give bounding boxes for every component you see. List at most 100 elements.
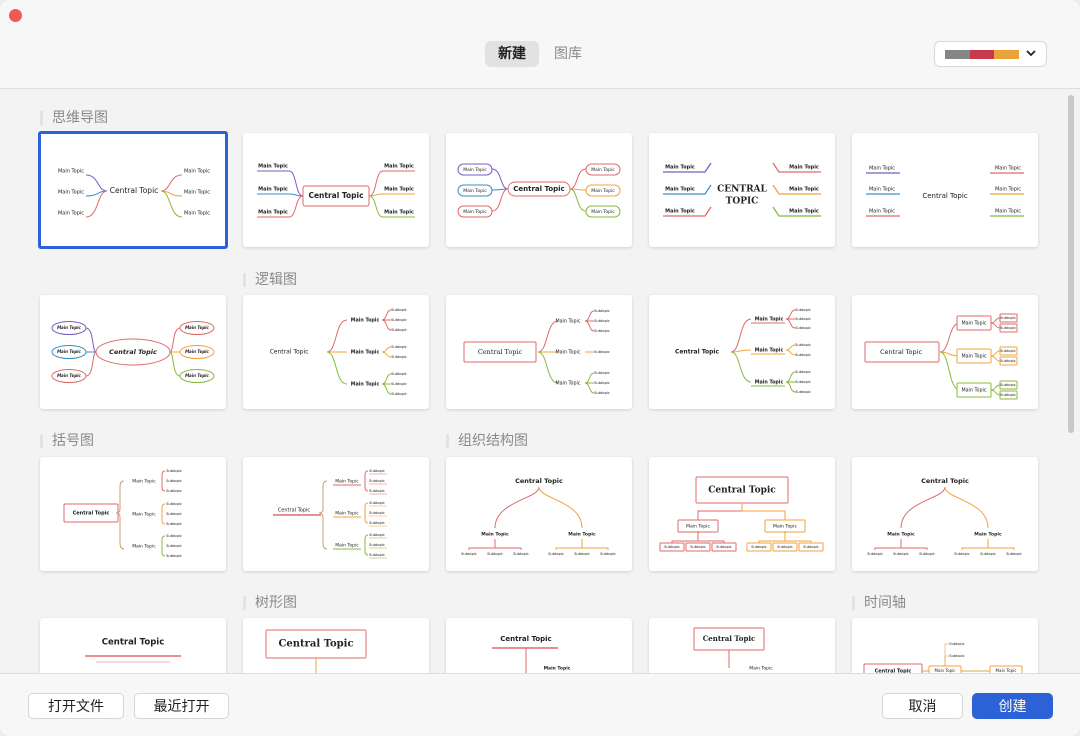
tab-new[interactable]: 新建 <box>485 41 539 67</box>
main-topic: Main Topic <box>995 166 1021 172</box>
main-topic: Main Topic <box>749 666 773 672</box>
branch-line <box>468 547 522 550</box>
subtopic: Subtopic <box>919 552 935 556</box>
theme-color-picker[interactable] <box>934 41 1047 67</box>
template-tree-3[interactable]: Central Topic Main Topic <box>446 618 632 673</box>
subtopic: Subtopic <box>391 392 407 396</box>
main-topic: Main Topic <box>544 666 571 672</box>
main-topic: Main Topic <box>58 211 84 217</box>
vertical-scrollbar[interactable] <box>1068 95 1074 433</box>
subtopic: Subtopic <box>513 552 529 556</box>
main-topic: Main Topic <box>351 350 380 356</box>
template-org-3[interactable]: Central Topic Main Topic Subtopic Subtopic S… <box>852 457 1038 571</box>
branch-line <box>990 384 1001 391</box>
open-file-button[interactable]: 打开文件 <box>28 693 124 719</box>
template-timeline-1[interactable]: Central Topic Main Topic Main Topic Subtopi… <box>852 618 1038 673</box>
template-tree-2[interactable]: Central Topic <box>243 618 429 673</box>
subtopic: Subtopic <box>166 554 182 558</box>
tab-gallery[interactable]: 图库 <box>541 41 595 67</box>
subtopic: Subtopic <box>166 489 182 493</box>
subtopic: Subtopic <box>166 534 182 538</box>
branch-line <box>697 503 743 520</box>
template-bracket-2-preview: Central Topic Main Topic Subtopic Subtopic S… <box>273 469 387 559</box>
central-topic: Central Topic <box>102 638 164 648</box>
branch-line <box>990 322 1001 329</box>
template-logic-4-preview: Central Topic Main Topic Subtopic Subtopic M… <box>864 313 1018 400</box>
central-topic: Central Topic <box>278 639 353 650</box>
main-topic: Main Topic <box>755 348 784 354</box>
template-tree-4[interactable]: Central Topic Main Topic <box>649 618 835 673</box>
template-bracket-1[interactable]: Central Topic Main Topic Subtopic Subtopic S… <box>40 457 226 571</box>
template-mindmap-1[interactable]: Central Topic Main Topic Main Topic Main To… <box>38 131 228 249</box>
template-mindmap-4[interactable]: CENTRAL TOPIC Main Topic Main Topic Main Top… <box>649 133 835 247</box>
template-bracket-2[interactable]: Central Topic Main Topic Subtopic Subtopic S… <box>243 457 429 571</box>
subtopic: Subtopic <box>369 553 385 557</box>
central-topic: Central Topic <box>278 508 311 514</box>
template-mindmap-2[interactable]: Central Topic Main Topic Main Topic Main To… <box>243 133 429 247</box>
recent-files-button[interactable]: 最近打开 <box>134 693 229 719</box>
branch-line <box>368 193 415 197</box>
branch-line <box>161 470 166 492</box>
subtopic: Subtopic <box>391 318 407 322</box>
template-logic-1[interactable]: Central Topic Main Topic Subtopic Subtopic S… <box>243 295 429 409</box>
template-logic-4[interactable]: Central Topic Main Topic Subtopic Subtopic M… <box>852 295 1038 409</box>
subtopic: Subtopic <box>1000 359 1016 363</box>
subtopic: Subtopic <box>867 552 883 556</box>
main-topic: Main Topic <box>961 321 986 327</box>
central-topic: Central Topic <box>308 191 363 200</box>
branch-line <box>741 503 786 520</box>
template-org-2[interactable]: Central Topic Main Topic Subtopic Subtopic S… <box>649 457 835 571</box>
subtopic: Subtopic <box>1006 552 1022 556</box>
branch-line <box>85 190 108 218</box>
branch-line <box>555 547 609 550</box>
subtopic: Subtopic <box>1000 393 1016 397</box>
subtopic: Subtopic <box>949 642 964 646</box>
template-logic-2-preview: Central Topic Main Topic Subtopic Subtopic S… <box>463 309 610 395</box>
branch-line <box>944 486 989 529</box>
template-logic-2[interactable]: Central Topic Main Topic Subtopic Subtopic S… <box>446 295 632 409</box>
template-mindmap-3[interactable]: Central Topic Main Topic Main Topic Main To… <box>446 133 632 247</box>
cancel-button[interactable]: 取消 <box>882 693 963 719</box>
main-topic: Main Topic <box>481 532 509 538</box>
branch-line <box>537 351 559 384</box>
main-topic: Main Topic <box>384 164 414 170</box>
template-logic-3[interactable]: Central Topic Main Topic Subtopic Subtopic S… <box>649 295 835 409</box>
subtopic: Subtopic <box>166 479 182 483</box>
central-topic: Central Topic <box>922 192 967 200</box>
branch-line <box>494 486 540 529</box>
create-button[interactable]: 创建 <box>972 693 1053 719</box>
branch-line <box>569 168 587 190</box>
main-topic: Main Topic <box>961 354 986 360</box>
close-window-button[interactable] <box>9 9 22 22</box>
chevron-down-icon <box>1026 50 1036 57</box>
template-tree-2-preview: Central Topic <box>265 629 367 673</box>
subtopic: Subtopic <box>594 371 610 375</box>
main-topic: Main Topic <box>258 210 288 216</box>
branch-line <box>326 319 348 353</box>
subtopic: Subtopic <box>954 552 970 556</box>
template-mindmap-5[interactable]: Central Topic Main Topic Main Topic Main To… <box>852 133 1038 247</box>
section-bracket-chart: 括号图 <box>40 432 94 450</box>
subtopic: Subtopic <box>391 382 407 386</box>
subtopic: Subtopic <box>664 545 680 549</box>
main-topic: Main Topic <box>665 187 695 193</box>
template-tree-1[interactable]: Central Topic <box>40 618 226 673</box>
main-topic: Main Topic <box>184 190 210 196</box>
branch-line <box>538 486 583 529</box>
main-topic: Main Topic <box>555 319 580 325</box>
main-topic: Main Topic <box>665 165 695 171</box>
branch-line <box>990 317 1001 324</box>
main-topic: Main Topic <box>995 187 1021 193</box>
subtopic: Subtopic <box>795 380 811 384</box>
branch-line <box>785 318 796 329</box>
branch-line <box>785 344 796 351</box>
main-topic: Main Topic <box>185 349 209 354</box>
template-org-1[interactable]: Central Topic Main Topic Subtopic Subtopic S… <box>446 457 632 571</box>
main-topic: Main Topic <box>335 543 359 549</box>
template-mindmap-6[interactable]: Central Topic Main Topic Main Topic Main To… <box>40 295 226 409</box>
main-topic: Main Topic <box>974 532 1002 538</box>
subtopic: Subtopic <box>369 533 385 537</box>
branch-line <box>161 503 166 525</box>
subtopic: Subtopic <box>166 544 182 548</box>
branch-line <box>364 502 369 524</box>
